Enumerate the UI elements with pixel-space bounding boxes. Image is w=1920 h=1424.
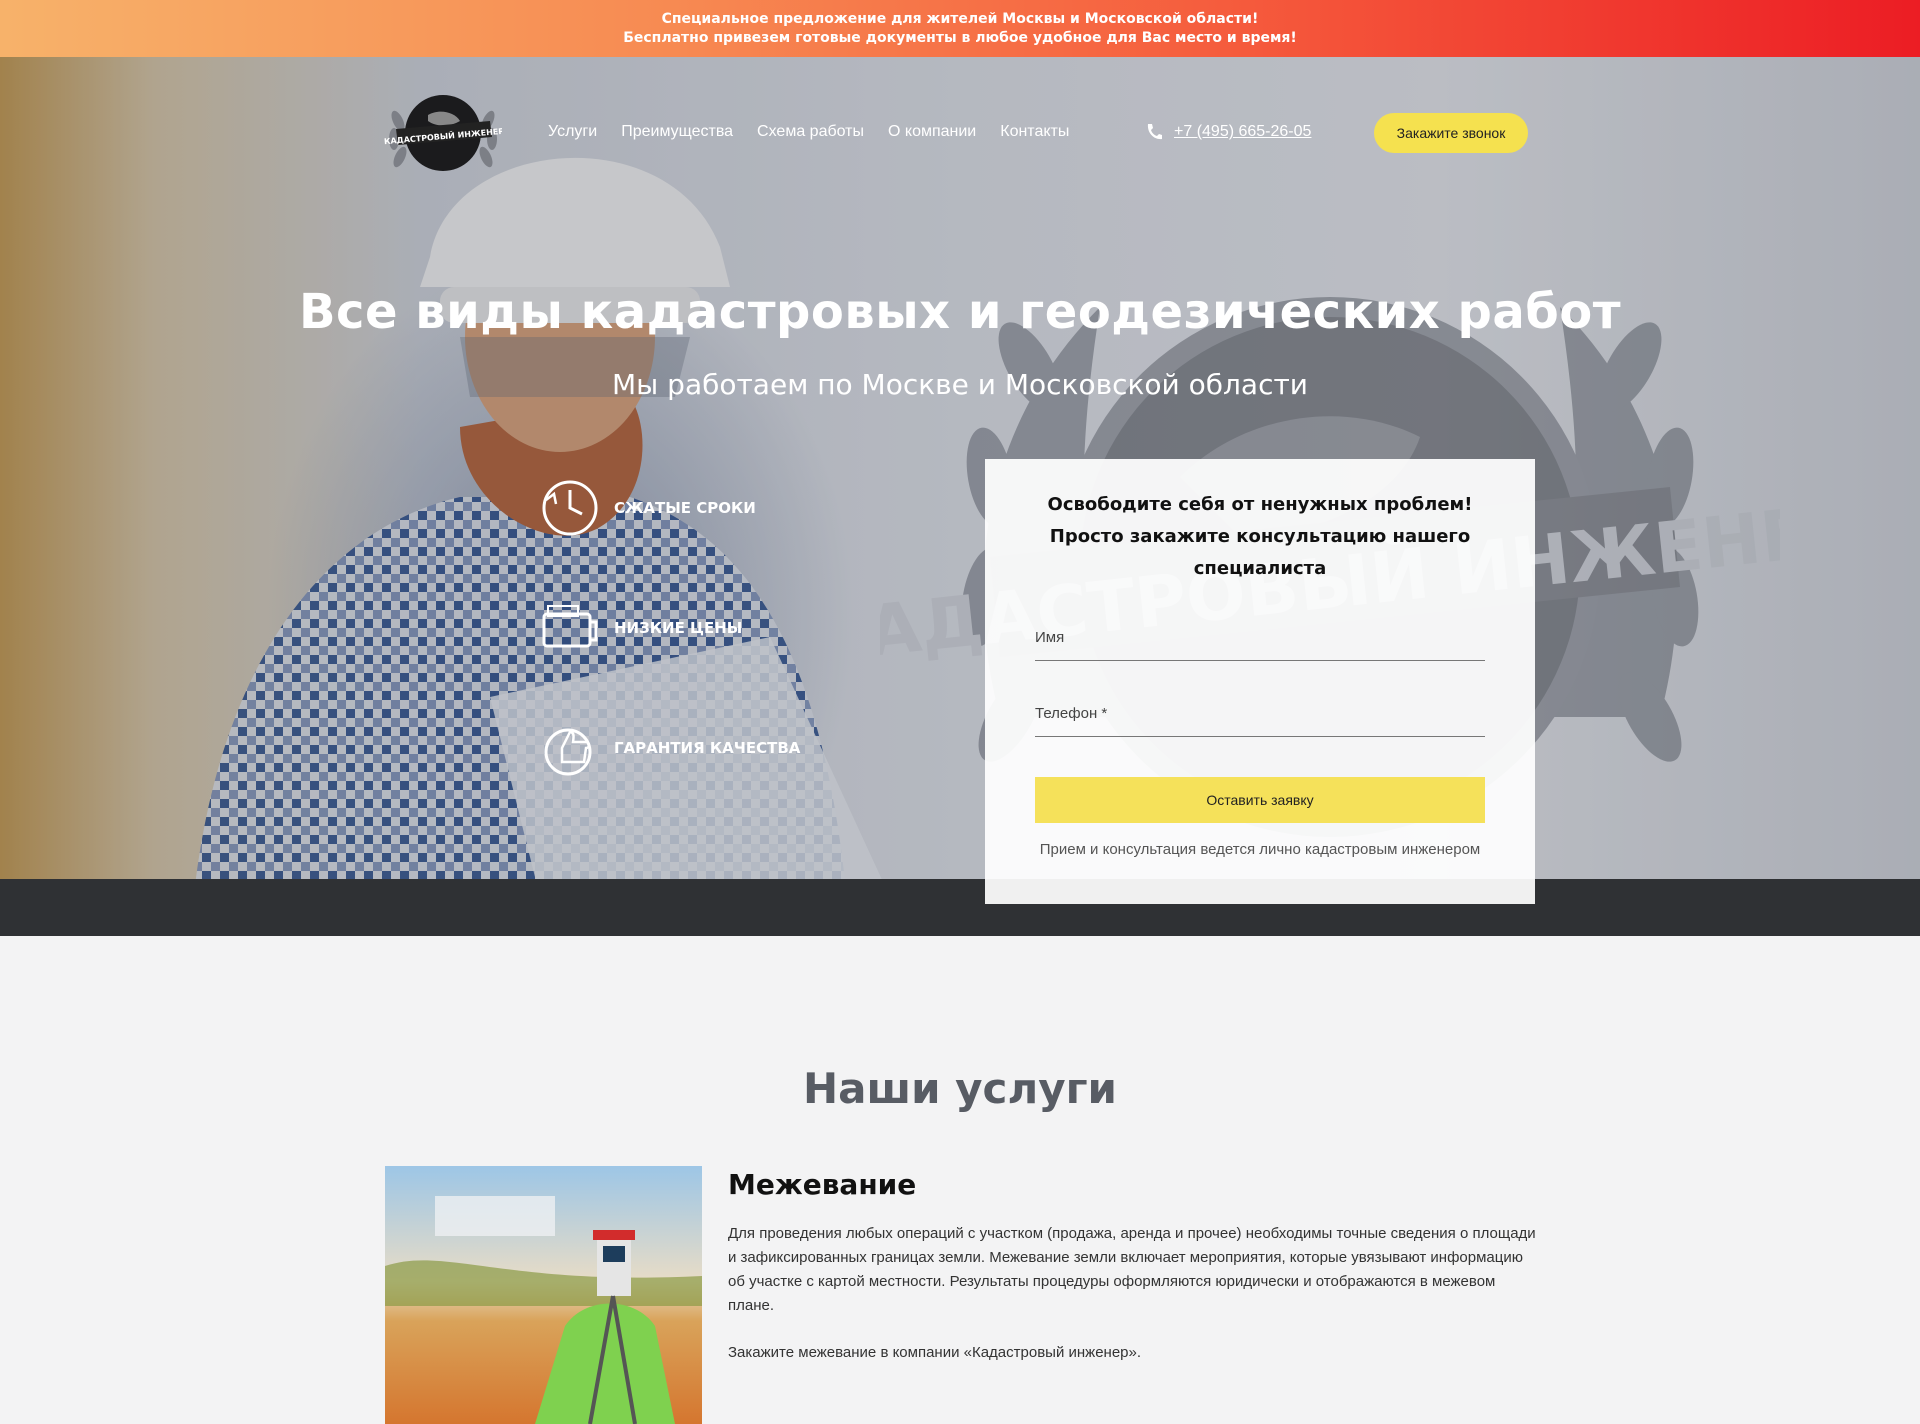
feature-fast: СЖАТЫЕ СРОКИ bbox=[540, 478, 756, 538]
name-field-wrap bbox=[1035, 615, 1485, 661]
hero-section: КАДАСТРОВЫЙ ИНЖЕНЕР bbox=[0, 57, 1920, 936]
phone-block: +7 (495) 665-26-05 bbox=[1144, 122, 1311, 142]
service-description: Для проведения любых операций с участком… bbox=[728, 1225, 1536, 1314]
phone-input[interactable] bbox=[1035, 691, 1485, 735]
phone-field-wrap bbox=[1035, 691, 1485, 737]
feature-label: ГАРАНТИЯ КАЧЕСТВА bbox=[614, 739, 801, 757]
phone-link[interactable]: +7 (495) 665-26-05 bbox=[1174, 123, 1311, 141]
feature-label: СЖАТЫЕ СРОКИ bbox=[614, 499, 756, 517]
form-note: Прием и консультация ведется лично кадас… bbox=[1039, 841, 1481, 858]
nav-link-advantages[interactable]: Преимущества bbox=[621, 123, 733, 141]
nav-link-about[interactable]: О компании bbox=[888, 123, 976, 141]
name-input[interactable] bbox=[1035, 615, 1485, 659]
feature-low-price: НИЗКИЕ ЦЕНЫ bbox=[540, 598, 742, 658]
promo-bar: Специальное предложение для жителей Моск… bbox=[0, 0, 1920, 57]
service-cta: Закажите межевание в компании «Кадастров… bbox=[728, 1344, 1142, 1361]
thumbs-up-icon bbox=[544, 728, 592, 776]
hero-subtitle: Мы работаем по Москве и Московской облас… bbox=[612, 368, 1308, 401]
form-title-line: Освободите себя от ненужных проблем! bbox=[1047, 494, 1473, 515]
promo-line-2: Бесплатно привезем готовые документы в л… bbox=[623, 30, 1297, 46]
hero-overlay bbox=[0, 57, 1920, 936]
nav-link-contacts[interactable]: Контакты bbox=[1000, 123, 1069, 141]
callback-button[interactable]: Закажите звонок bbox=[1374, 113, 1528, 153]
submit-request-button[interactable]: Оставить заявку bbox=[1035, 777, 1485, 823]
hero-bottom-band bbox=[0, 879, 1920, 936]
wallet-icon bbox=[542, 605, 598, 648]
feature-label: НИЗКИЕ ЦЕНЫ bbox=[614, 619, 743, 637]
services-title: Наши услуги bbox=[803, 1064, 1117, 1113]
form-title: Освободите себя от ненужных проблем! Про… bbox=[1035, 489, 1485, 585]
nav-link-services[interactable]: Услуги bbox=[548, 123, 597, 141]
feature-quality: ГАРАНТИЯ КАЧЕСТВА bbox=[540, 718, 800, 778]
form-title-line: специалиста bbox=[1193, 558, 1327, 579]
consultation-form: Освободите себя от ненужных проблем! Про… bbox=[985, 459, 1535, 904]
hero-title: Все виды кадастровых и геодезических раб… bbox=[298, 284, 1622, 340]
form-title-line: Просто закажите консультацию нашего bbox=[1049, 526, 1471, 547]
company-logo[interactable]: КАДАСТРОВЫЙ ИНЖЕНЕР bbox=[384, 81, 502, 185]
surveyor-photo bbox=[385, 1166, 702, 1424]
clock-icon bbox=[542, 480, 598, 536]
main-nav: Услуги Преимущества Схема работы О компа… bbox=[548, 123, 1069, 141]
nav-link-workflow[interactable]: Схема работы bbox=[757, 123, 864, 141]
promo-line-1: Специальное предложение для жителей Моск… bbox=[661, 11, 1259, 27]
service-name: Межевание bbox=[728, 1168, 917, 1201]
phone-icon bbox=[1147, 124, 1162, 140]
